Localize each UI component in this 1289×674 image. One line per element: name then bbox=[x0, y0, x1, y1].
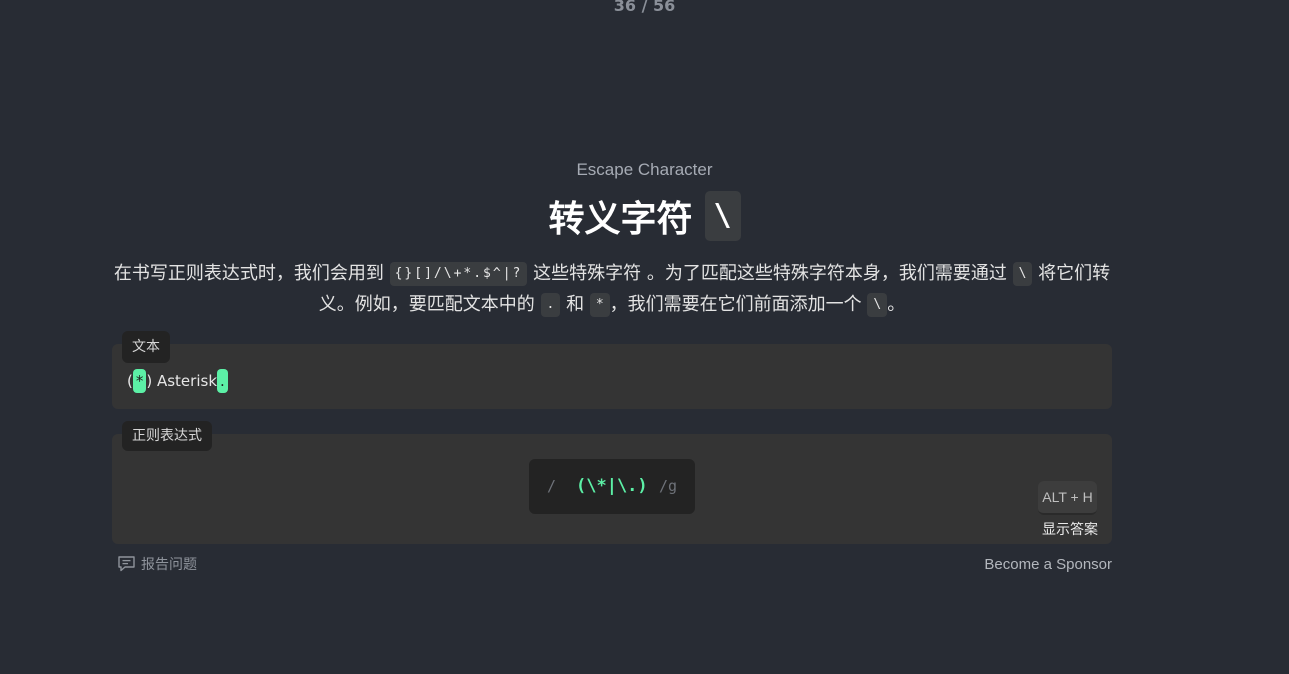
special-chars-code: {}[]/\+*.$^|? bbox=[389, 262, 528, 286]
step-progress: 36 / 56 bbox=[613, 0, 676, 15]
regex-flags: /g bbox=[659, 477, 678, 495]
lesson-description: 在书写正则表达式时，我们会用到 {}[]/\+*.$^|? 这些特殊字符 。为了… bbox=[110, 258, 1114, 320]
lesson-title-code: \ bbox=[704, 191, 741, 241]
match-highlight: . bbox=[217, 369, 228, 393]
learn-regex-page: 36 / 56 Escape Character 转义字符 \ 在书写正则表达式时… bbox=[0, 0, 1289, 674]
match-highlight: * bbox=[132, 369, 147, 393]
lesson-title: 转义字符 \ bbox=[0, 190, 1289, 242]
report-issue-link[interactable]: 报告问题 bbox=[117, 555, 197, 575]
regex-input[interactable]: (\*|\.) bbox=[576, 459, 648, 514]
report-issue-label: 报告问题 bbox=[141, 557, 197, 573]
show-answer-shortcut[interactable]: ALT + H bbox=[1038, 481, 1097, 515]
text-panel bbox=[112, 344, 1112, 409]
description-text: 和 bbox=[566, 294, 585, 315]
sample-text-part: ( bbox=[127, 372, 133, 390]
comment-icon bbox=[118, 556, 135, 572]
description-text: 这些特殊字符 。为了匹配这些特殊字符本身，我们需要通过 bbox=[533, 263, 1007, 284]
sample-text: (*) Asterisk. bbox=[127, 369, 228, 393]
description-text: 。 bbox=[887, 294, 906, 315]
show-answer-button[interactable]: 显示答案 bbox=[1042, 519, 1098, 539]
sample-text-part: ) Asterisk bbox=[146, 372, 218, 390]
escape-char-code: \ bbox=[867, 293, 888, 317]
description-text: ，我们需要在它们前面添加一个 bbox=[609, 294, 862, 315]
regex-panel-tag: 正则表达式 bbox=[122, 421, 212, 451]
escape-char-code: \ bbox=[1012, 262, 1033, 286]
lesson-title-text: 转义字符 bbox=[548, 199, 693, 240]
regex-open-slash: / bbox=[547, 477, 557, 495]
dot-char-code: . bbox=[540, 293, 561, 317]
regex-input-box[interactable]: / (\*|\.) /g bbox=[529, 459, 695, 514]
become-sponsor-link[interactable]: Become a Sponsor bbox=[984, 555, 1112, 575]
lesson-subtitle: Escape Character bbox=[576, 160, 713, 179]
text-panel-tag: 文本 bbox=[122, 331, 170, 363]
description-text: 在书写正则表达式时，我们会用到 bbox=[113, 263, 384, 284]
star-char-code: * bbox=[589, 293, 610, 317]
